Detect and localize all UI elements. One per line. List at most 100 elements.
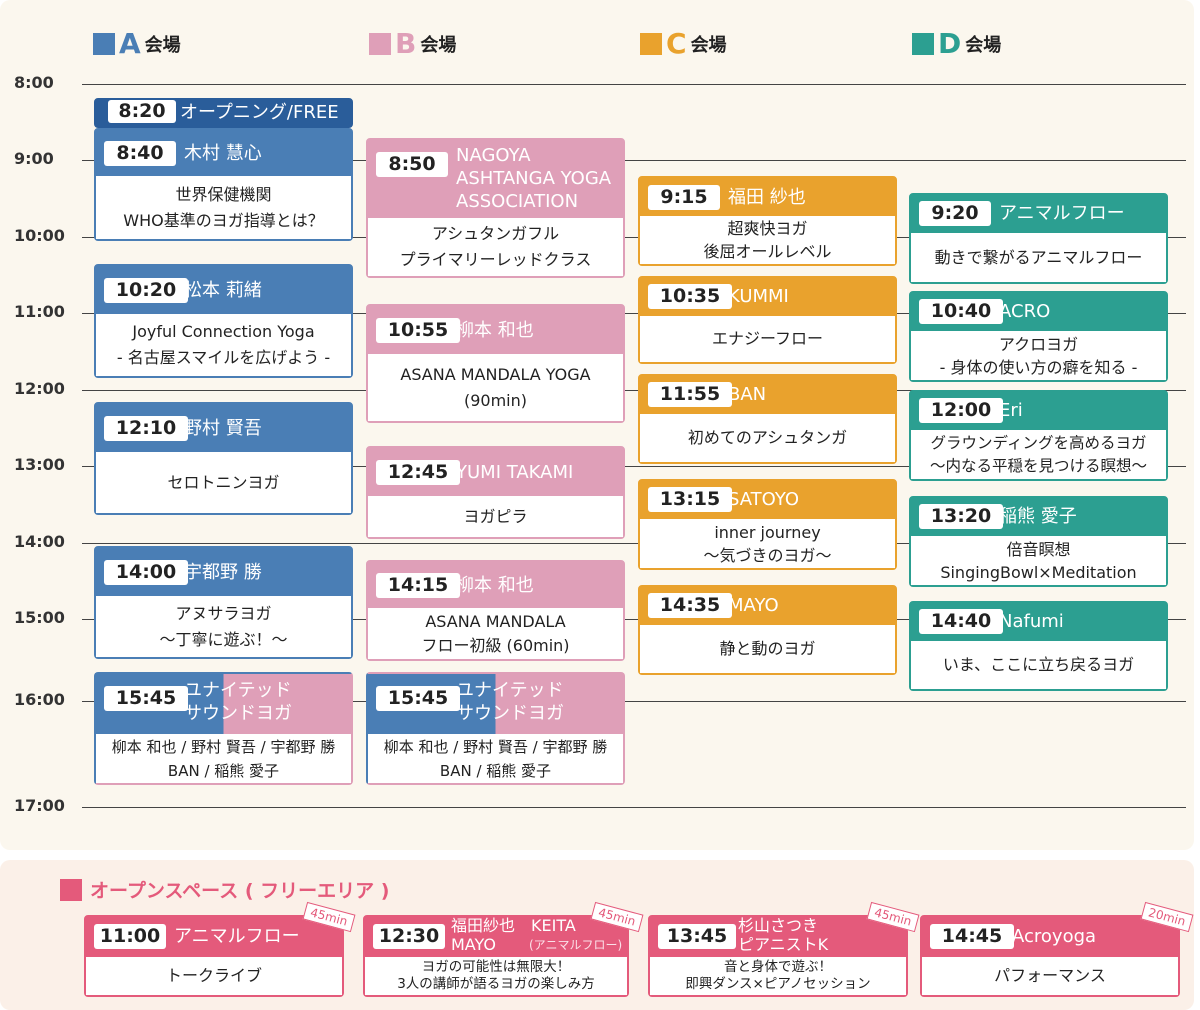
session-name: 稲熊 愛子 <box>999 506 1077 527</box>
venue-b-header: B 会場 <box>369 30 456 58</box>
session-name-line: 福田紗也 <box>451 916 516 935</box>
venue-b-swatch <box>369 33 391 55</box>
session-desc-line: Joyful Connection Yoga <box>132 322 315 341</box>
session-name-line: ユナイテッド <box>456 680 564 701</box>
time-label: 13:00 <box>14 455 65 474</box>
session-card[interactable]: 14:15 柳本 和也 ASANA MANDALA フロー初級 (60min) <box>366 560 625 661</box>
session-name: BAN <box>728 384 767 405</box>
session-name-line: ユナイテッド <box>184 680 292 701</box>
session-time: 13:45 <box>658 924 736 949</box>
venue-a-header: A 会場 <box>93 30 181 58</box>
session-name: 松本 莉緒 <box>184 280 262 301</box>
session-desc-line: 超爽快ヨガ <box>727 219 808 238</box>
session-name-line: KEITA <box>531 916 576 935</box>
session-desc-line: ヨガの可能性は無限大！ <box>421 959 571 975</box>
session-card[interactable]: 14:40 Nafumi いま、ここに立ち戻るヨガ <box>909 601 1168 691</box>
time-label: 11:00 <box>14 302 65 321</box>
session-name-line: ASHTANGA YOGA <box>456 168 612 189</box>
session-desc-line: - 名古屋スマイルを広げよう - <box>116 348 331 367</box>
session-desc-line: BAN / 稲熊 愛子 <box>167 761 280 780</box>
session-desc-line: 世界保健機関 <box>175 184 272 204</box>
session-name: アニマルフロー <box>174 926 300 947</box>
time-label: 8:00 <box>14 73 54 92</box>
session-time: 13:15 <box>648 487 732 512</box>
session-desc-line: グラウンディングを高めるヨガ <box>930 433 1147 452</box>
session-desc-line: アシュタンガフル <box>431 224 560 243</box>
session-card[interactable]: 12:10 野村 賢吾 セロトニンヨガ <box>94 402 353 515</box>
venue-b-letter: B <box>395 27 417 60</box>
session-time: 8:50 <box>376 152 448 177</box>
session-name: 柳本 和也 <box>456 575 534 596</box>
session-card[interactable]: 10:20 松本 莉緒 Joyful Connection Yoga - 名古屋… <box>94 264 353 378</box>
open-session-card[interactable]: 13:45 杉山さつき ピアニストK 音と身体で遊ぶ！ 即興ダンス×ピアノセッシ… <box>648 915 908 997</box>
session-time: 10:55 <box>376 318 460 343</box>
session-card[interactable]: 9:15 福田 紗也 超爽快ヨガ 後屈オールレベル <box>638 176 897 266</box>
session-card[interactable]: 10:35 KUMMI エナジーフロー <box>638 276 897 364</box>
session-time: 9:20 <box>919 201 991 226</box>
session-card[interactable]: 12:45 YUMI TAKAMI ヨガピラ <box>366 446 625 539</box>
session-time: 14:40 <box>919 609 1003 634</box>
session-desc-line: トークライブ <box>165 966 262 985</box>
session-time: 14:15 <box>376 573 460 598</box>
venue-b-label: 会場 <box>420 35 457 56</box>
session-card[interactable]: 14:00 宇都野 勝 アヌサラヨガ 〜丁寧に遊ぶ！〜 <box>94 546 353 659</box>
venue-c-swatch <box>640 33 662 55</box>
venue-d-letter: D <box>938 27 962 60</box>
session-card-united[interactable]: 15:45 ユナイテッド サウンドヨガ 柳本 和也 / 野村 賢吾 / 宇都野 … <box>94 672 353 785</box>
session-card[interactable]: 8:50 NAGOYA ASHTANGA YOGA ASSOCIATION アシ… <box>366 138 625 278</box>
session-time: 12:45 <box>376 460 460 485</box>
venue-d-header: D 会場 <box>912 30 1001 58</box>
session-time: 15:45 <box>376 686 460 711</box>
session-card[interactable]: 10:40 ACRO アクロヨガ - 身体の使い方の癖を知る - <box>909 291 1168 382</box>
session-desc-line: いま、ここに立ち戻るヨガ <box>942 655 1135 674</box>
session-desc-line: ASANA MANDALA <box>425 611 566 631</box>
open-session-card[interactable]: 11:00 アニマルフロー トークライブ <box>84 915 344 997</box>
session-time: 8:20 <box>108 100 176 123</box>
session-name: MAYO <box>728 595 779 616</box>
session-card[interactable]: 14:35 MAYO 静と動のヨガ <box>638 585 897 675</box>
session-desc-line: 即興ダンス×ピアノセッション <box>685 976 871 992</box>
session-desc-line: フロー初級 (60min) <box>421 635 570 655</box>
session-card[interactable]: 11:55 BAN 初めてのアシュタンガ <box>638 374 897 464</box>
session-desc-line: SingingBowl×Meditation <box>940 562 1137 582</box>
time-label: 16:00 <box>14 690 65 709</box>
session-name: Acroyoga <box>1012 926 1097 947</box>
session-name: Nafumi <box>999 611 1064 632</box>
session-desc-line: 柳本 和也 / 野村 賢吾 / 宇都野 勝 <box>111 737 336 756</box>
session-card[interactable]: 8:40 木村 慧心 世界保健機関 WHO基準のヨガ指導とは？ <box>94 128 353 241</box>
session-name-line: NAGOYA <box>456 145 531 166</box>
session-time: 15:45 <box>104 686 188 711</box>
time-label: 10:00 <box>14 226 65 245</box>
open-session-card[interactable]: 12:30 福田紗也 KEITA MAYO (アニマルフロー) ヨガの可能性は無… <box>363 915 629 997</box>
session-desc-line: ヨガピラ <box>463 506 528 526</box>
session-card[interactable]: 13:15 SATOYO inner journey 〜気づきのヨガ〜 <box>638 479 897 570</box>
session-time: 14:35 <box>648 593 732 618</box>
session-desc-line: 音と身体で遊ぶ！ <box>724 959 832 975</box>
session-name: YUMI TAKAMI <box>456 462 574 483</box>
session-card[interactable]: 9:20 アニマルフロー 動きで繋がるアニマルフロー <box>909 193 1168 284</box>
session-card[interactable]: 10:55 柳本 和也 ASANA MANDALA YOGA (90min) <box>366 304 625 423</box>
session-name: 柳本 和也 <box>456 320 534 341</box>
session-desc-line: - 身体の使い方の癖を知る - <box>939 357 1138 377</box>
session-card[interactable]: 12:00 Eri グラウンディングを高めるヨガ 〜内なる平穏を見つける瞑想〜 <box>909 390 1168 481</box>
session-card-united[interactable]: 15:45 ユナイテッド サウンドヨガ 柳本 和也 / 野村 賢吾 / 宇都野 … <box>366 672 625 785</box>
session-time: 13:20 <box>919 504 1003 529</box>
open-space-swatch <box>60 878 82 901</box>
grid-line-8 <box>82 84 1186 85</box>
session-desc-line: エナジーフロー <box>711 329 824 348</box>
venue-c-letter: C <box>666 27 687 60</box>
session-name: 宇都野 勝 <box>184 562 262 583</box>
session-time: 11:55 <box>648 382 732 407</box>
venue-d-swatch <box>912 33 934 55</box>
session-card-opening[interactable]: 8:20 オープニング/FREE <box>94 98 353 128</box>
session-desc-line: WHO基準のヨガ指導とは？ <box>123 210 324 230</box>
session-desc-line: 初めてのアシュタンガ <box>687 428 848 447</box>
session-desc-line: 倍音瞑想 <box>1006 539 1071 559</box>
session-time: 12:10 <box>104 416 188 441</box>
session-time: 8:40 <box>104 141 176 166</box>
open-session-card[interactable]: 14:45 Acroyoga パフォーマンス <box>920 915 1180 997</box>
session-desc-line: 3人の講師が語るヨガの楽しみ方 <box>397 976 595 992</box>
session-desc-line: 静と動のヨガ <box>719 639 816 658</box>
session-card[interactable]: 13:20 稲熊 愛子 倍音瞑想 SingingBowl×Meditation <box>909 496 1168 587</box>
time-label: 9:00 <box>14 149 54 168</box>
